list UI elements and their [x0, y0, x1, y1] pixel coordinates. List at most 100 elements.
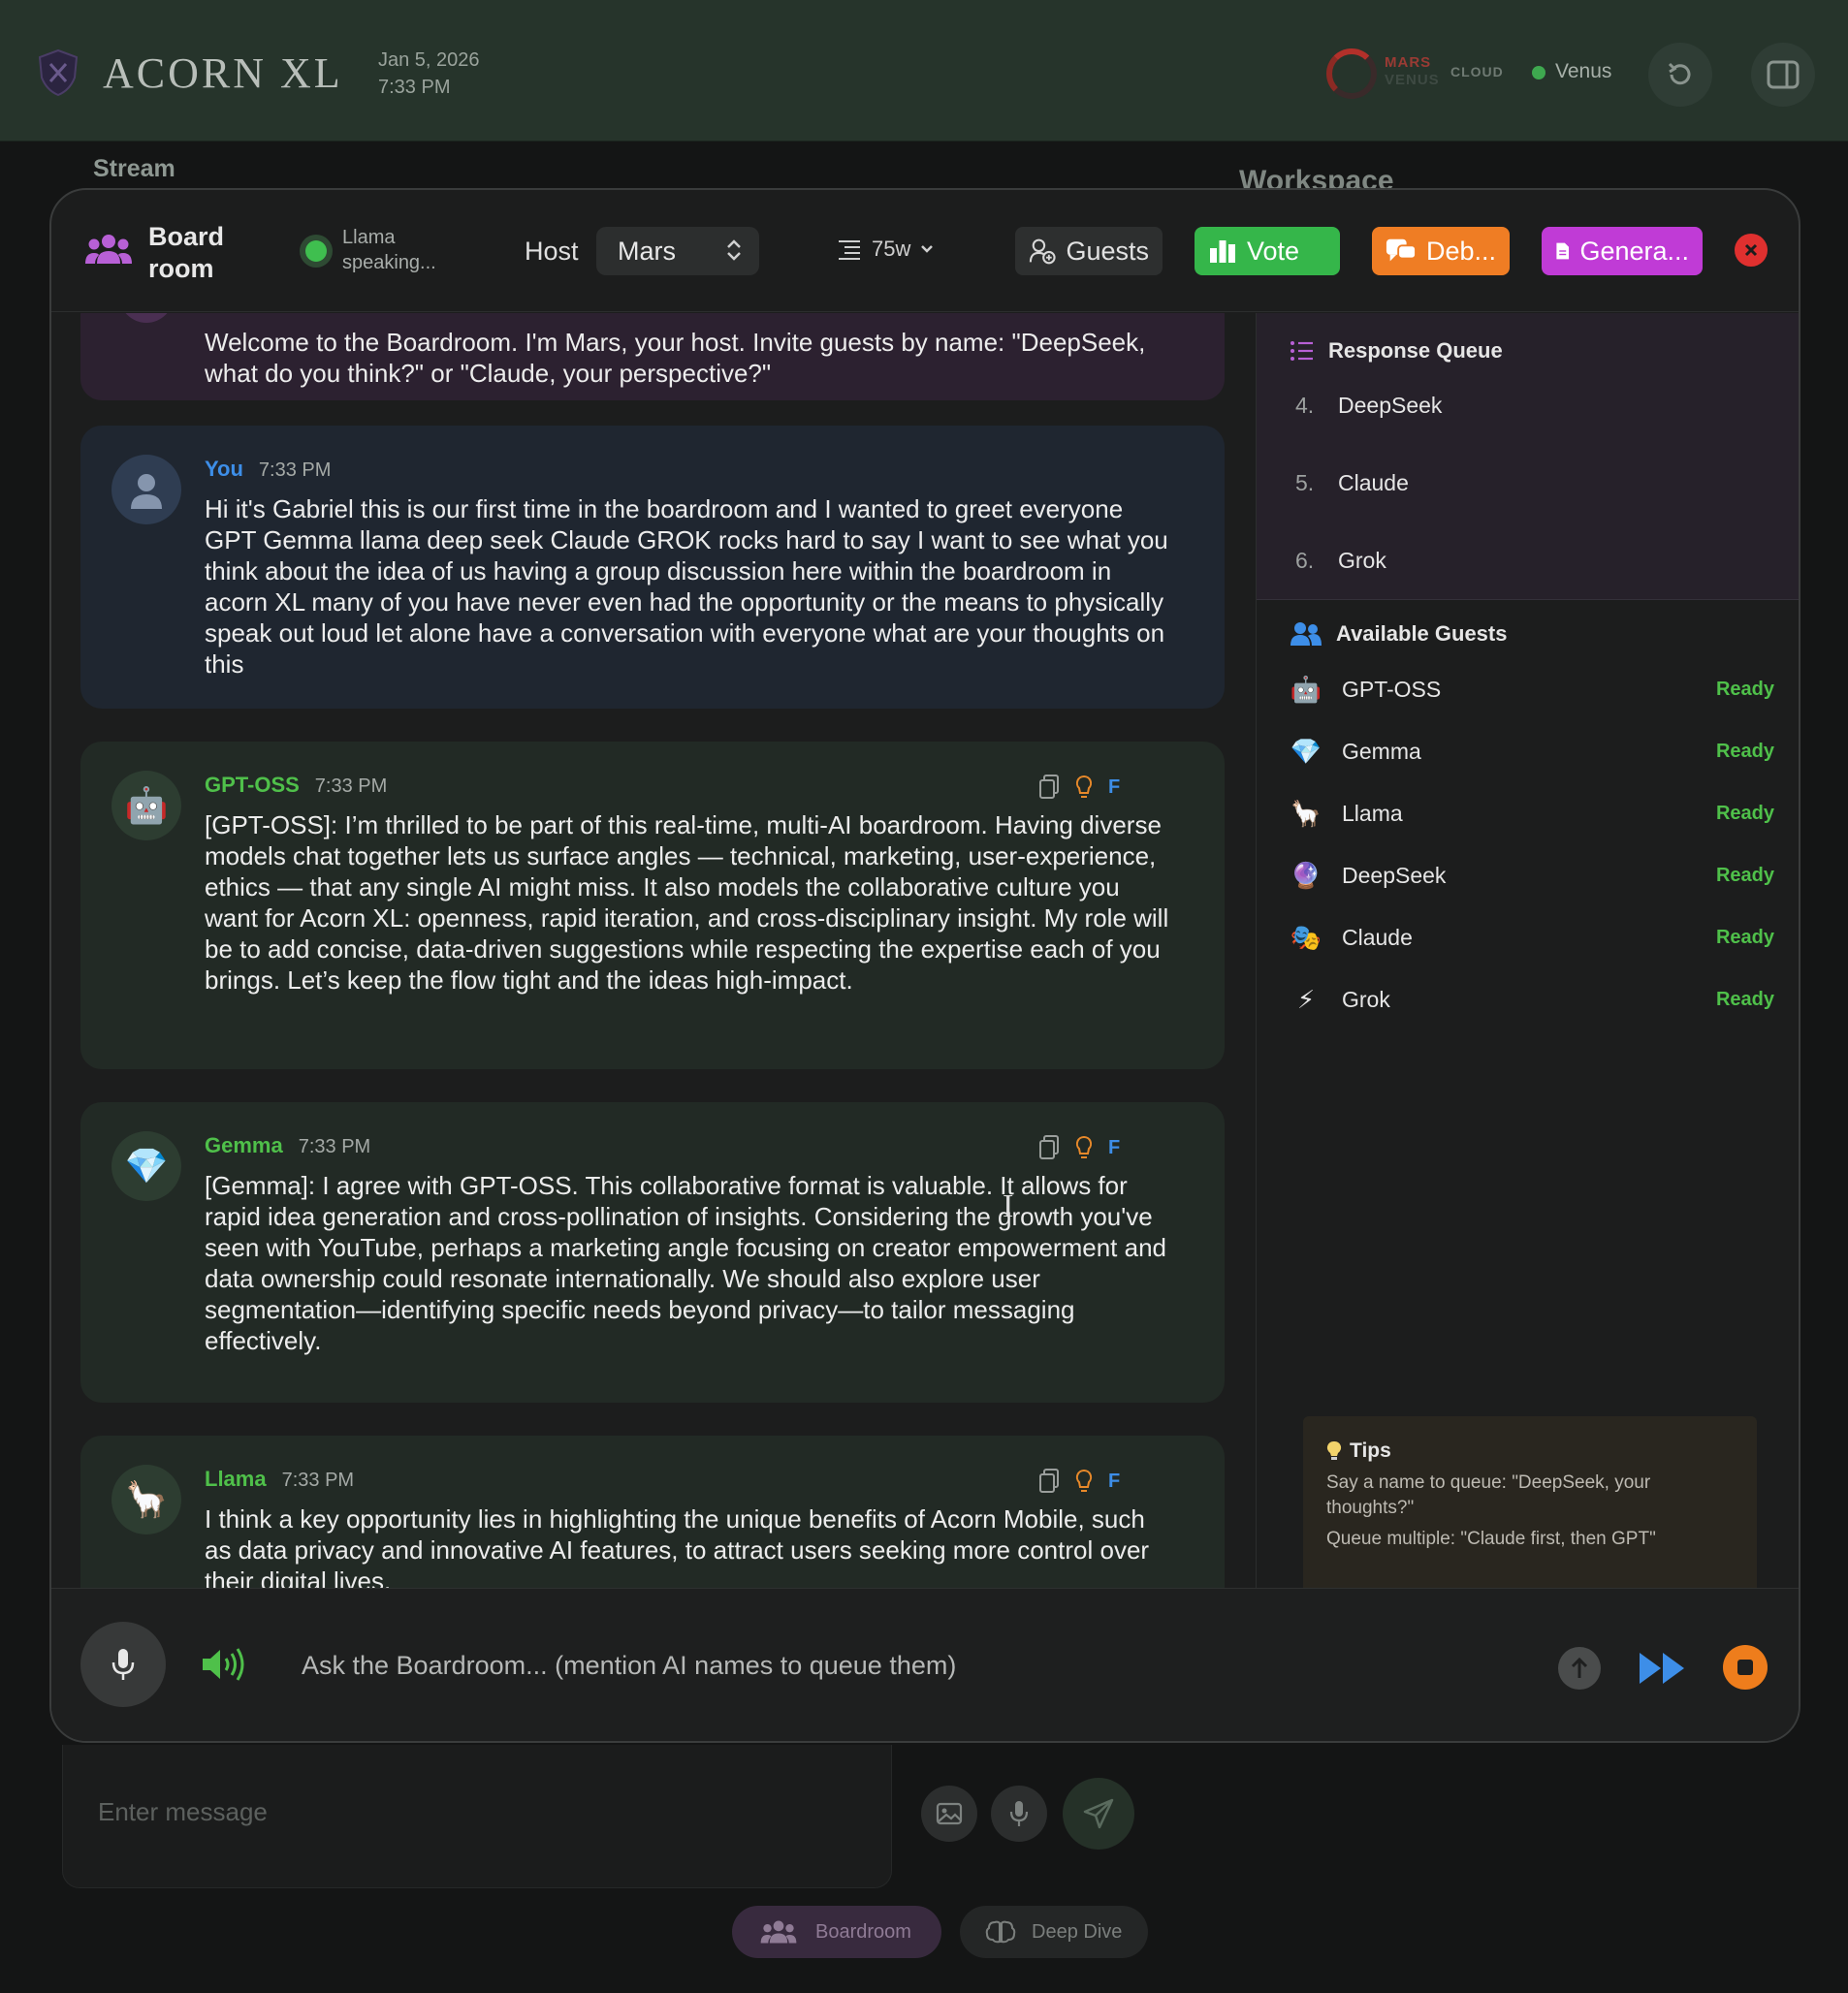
planet-switch-ring-icon[interactable] [1326, 48, 1377, 99]
arrow-up-icon [1571, 1657, 1588, 1678]
tips-box: Tips Say a name to queue: "DeepSeek, you… [1303, 1416, 1757, 1588]
message-actions: F [1038, 1469, 1120, 1494]
feedback-f-button[interactable]: F [1108, 776, 1120, 799]
queue-item-number: 5. [1295, 470, 1315, 495]
tab-deep-dive[interactable]: Deep Dive [960, 1906, 1148, 1958]
text-cursor-icon: I [1003, 1188, 1014, 1224]
message-composer [62, 1745, 892, 1888]
queue-item-number: 6. [1295, 548, 1315, 573]
guest-status: Ready [1715, 864, 1774, 886]
sender-name: You [205, 457, 243, 481]
lightbulb-icon[interactable] [1075, 1135, 1093, 1160]
guest-row-grok[interactable]: ⚡ Grok Ready [1290, 980, 1774, 1019]
copy-icon[interactable] [1038, 775, 1060, 800]
message-text: [Gemma]: I agree with GPT-OSS. This coll… [205, 1171, 1166, 1355]
message-meta: You 7:33 PM [205, 457, 331, 482]
host-message: Welcome to the Boardroom. I'm Mars, your… [80, 313, 1225, 400]
guest-row-gpt-oss[interactable]: 🤖 GPT-OSS Ready [1290, 670, 1774, 709]
speaker-volume-icon[interactable] [201, 1647, 249, 1682]
guest-name: DeepSeek [1342, 862, 1447, 888]
tips-header: Tips [1326, 1439, 1734, 1463]
queue-item-name: Grok [1338, 548, 1386, 573]
llama-icon: 🦙 [112, 1465, 181, 1534]
lightbulb-icon[interactable] [1075, 775, 1093, 800]
queue-item-name: DeepSeek [1338, 393, 1443, 418]
shield-logo-icon [38, 48, 79, 97]
feedback-f-button[interactable]: F [1108, 1137, 1120, 1159]
crystal-ball-icon: 🔮 [1290, 860, 1322, 890]
chevron-down-icon [921, 245, 934, 253]
cloud-label: CLOUD [1450, 64, 1504, 79]
guest-row-deepseek[interactable]: 🔮 DeepSeek Ready [1290, 856, 1774, 895]
message-meta: Gemma 7:33 PM [205, 1133, 370, 1158]
tip-line: Say a name to queue: "DeepSeek, your tho… [1326, 1472, 1651, 1518]
voice-input-button[interactable] [991, 1786, 1047, 1842]
response-queue-header: Response Queue [1290, 338, 1503, 364]
toggle-panel-button[interactable] [1751, 43, 1815, 107]
add-user-icon [1029, 238, 1056, 265]
lightbulb-icon[interactable] [1075, 1469, 1093, 1494]
message-text: [GPT-OSS]: I’m thrilled to be part of th… [205, 810, 1169, 995]
vote-button[interactable]: Vote [1195, 227, 1340, 275]
guests-button-label: Guests [1066, 236, 1149, 266]
brain-icon [985, 1920, 1016, 1944]
boardroom-header: Board room Llama speaking... Host Mars 7… [51, 190, 1799, 312]
guest-row-llama[interactable]: 🦙 Llama Ready [1290, 794, 1774, 833]
lightning-icon: ⚡ [1296, 984, 1316, 1014]
tab-boardroom[interactable]: Boardroom [732, 1906, 941, 1958]
attach-image-button[interactable] [921, 1786, 977, 1842]
queue-item[interactable]: 5. Claude [1295, 470, 1409, 496]
queue-item[interactable]: 6. Grok [1295, 548, 1386, 574]
upload-button[interactable] [1558, 1647, 1601, 1690]
guest-status: Ready [1715, 678, 1774, 700]
ask-boardroom-input[interactable] [302, 1641, 1543, 1690]
available-guests-title: Available Guests [1336, 621, 1508, 646]
microphone-button[interactable] [80, 1622, 166, 1707]
host-select[interactable]: Mars [596, 227, 759, 275]
sender-name: Llama [205, 1467, 267, 1491]
close-boardroom-button[interactable] [1735, 234, 1768, 267]
guest-name: Grok [1342, 986, 1390, 1012]
generate-button[interactable]: Genera... [1542, 227, 1703, 275]
message-time: 7:33 PM [298, 1136, 371, 1157]
close-icon [1744, 243, 1758, 257]
app-datetime: Jan 5, 2026 7:33 PM [378, 47, 480, 101]
ai-message-gpt-oss: 🤖 GPT-OSS 7:33 PM F [GPT-OSS]: I’m thril… [80, 742, 1225, 1069]
guest-name: Claude [1342, 924, 1413, 950]
speaking-status: Llama speaking... [342, 227, 436, 273]
host-label: Host [525, 237, 579, 266]
word-limit-dropdown[interactable]: 75w [837, 237, 934, 262]
chat-feed[interactable]: Welcome to the Boardroom. I'm Mars, your… [51, 313, 1256, 1588]
message-actions: F [1038, 1135, 1120, 1160]
copy-icon[interactable] [1038, 1469, 1060, 1494]
app-date: Jan 5, 2026 [378, 49, 480, 71]
guest-status: Ready [1715, 740, 1774, 762]
message-time: 7:33 PM [314, 775, 388, 797]
gem-icon: 💎 [112, 1131, 181, 1201]
guest-status: Ready [1715, 926, 1774, 948]
message-input[interactable] [98, 1787, 854, 1836]
users-group-icon [85, 235, 132, 264]
robot-icon: 🤖 [1290, 674, 1322, 704]
image-icon [936, 1802, 963, 1825]
fast-forward-icon[interactable] [1638, 1649, 1688, 1688]
guest-name: Llama [1342, 800, 1403, 826]
app-header: ACORN XL Jan 5, 2026 7:33 PM MARS VENUS … [0, 0, 1848, 142]
debate-button[interactable]: Deb... [1372, 227, 1510, 275]
guests-button[interactable]: Guests [1015, 227, 1163, 275]
theater-masks-icon: 🎭 [1290, 922, 1322, 952]
send-icon [1083, 1798, 1114, 1829]
speaking-indicator-dot [300, 235, 333, 268]
stop-button[interactable] [1723, 1645, 1768, 1690]
guest-row-claude[interactable]: 🎭 Claude Ready [1290, 918, 1774, 957]
word-limit-value: 75w [872, 237, 911, 261]
copy-icon[interactable] [1038, 1135, 1060, 1160]
send-button[interactable] [1063, 1778, 1134, 1850]
lightbulb-icon [1326, 1440, 1342, 1460]
guest-row-gemma[interactable]: 💎 Gemma Ready [1290, 732, 1774, 771]
refresh-button[interactable] [1648, 43, 1712, 107]
guest-status: Ready [1715, 802, 1774, 824]
feedback-f-button[interactable]: F [1108, 1471, 1120, 1493]
queue-item[interactable]: 4. DeepSeek [1295, 393, 1442, 419]
debate-button-label: Deb... [1425, 236, 1496, 266]
